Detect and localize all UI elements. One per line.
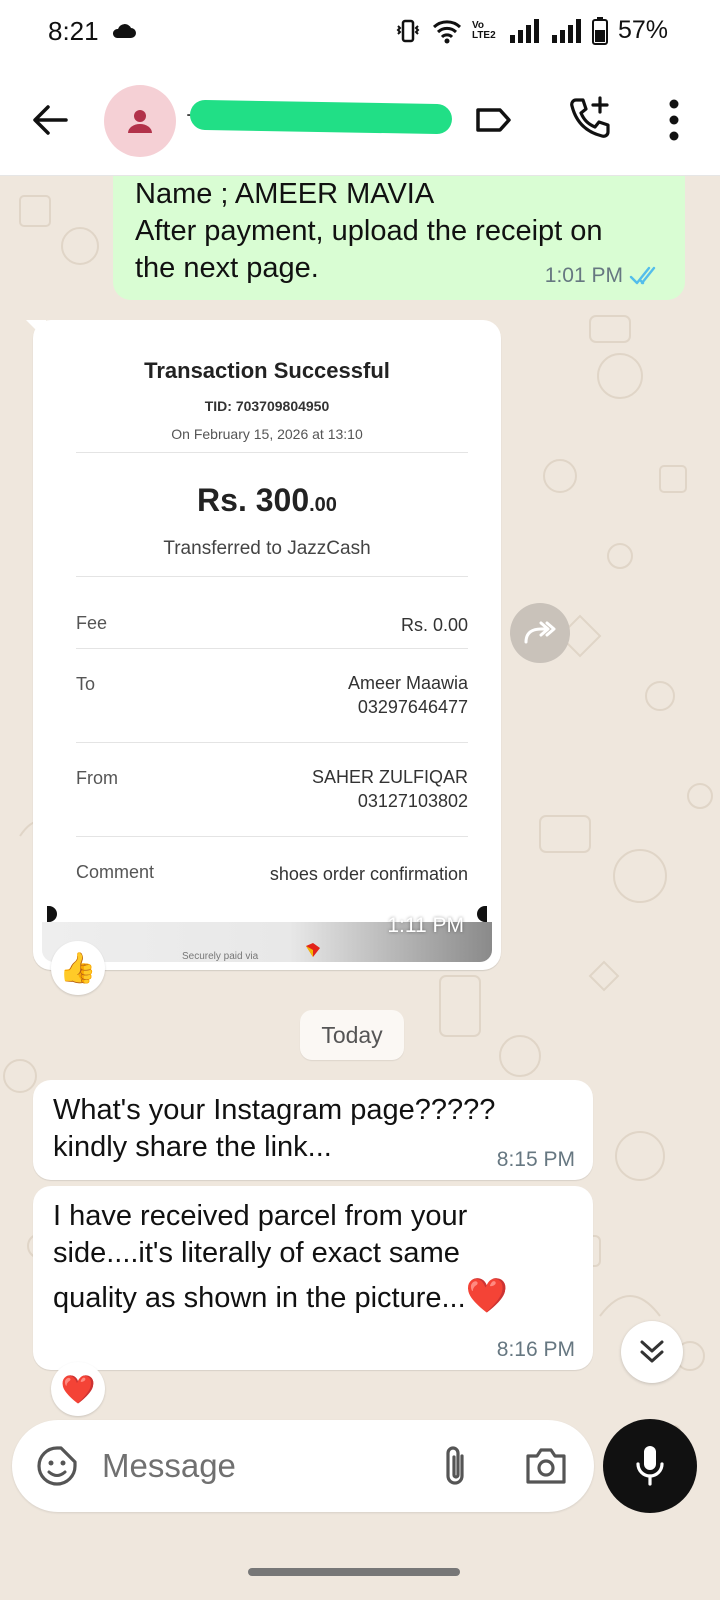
divider xyxy=(76,648,468,649)
from-number: 03127103802 xyxy=(357,791,468,811)
receipt-date: On February 15, 2026 at 13:10 xyxy=(171,426,363,442)
from-value: SAHER ZULFIQAR 03127103802 xyxy=(312,765,468,813)
signal-1-icon xyxy=(509,18,539,43)
fee-value: Rs. 0.00 xyxy=(400,615,468,635)
image-time: 1:11 PM xyxy=(387,914,464,937)
battery-icon xyxy=(591,16,608,45)
forward-icon xyxy=(524,621,556,644)
amount-decimal: .00 xyxy=(309,494,337,516)
receipt-title: Transaction Successful xyxy=(144,358,390,383)
system-navigation-bar xyxy=(0,1556,720,1600)
receipt-transferred-to: Transferred to JazzCash xyxy=(163,538,371,559)
to-name: Ameer Maawia xyxy=(347,673,468,693)
comment-value: shoes order confirmation xyxy=(269,864,468,884)
receipt-amount: Rs. 300.00 xyxy=(42,482,492,519)
message-line: side....it's literally of exact same xyxy=(53,1237,460,1269)
message-composer xyxy=(12,1420,594,1512)
signal-2-icon xyxy=(551,18,581,43)
incoming-message[interactable]: I have received parcel from your side...… xyxy=(33,1186,593,1370)
camera-icon[interactable] xyxy=(524,1446,568,1486)
message-line: I have received parcel from your xyxy=(53,1200,468,1232)
comment-label: Comment xyxy=(76,862,155,882)
divider xyxy=(76,836,468,837)
amount-main: Rs. 300 xyxy=(197,482,310,518)
message-line: quality as shown in the picture... xyxy=(53,1282,466,1314)
person-icon xyxy=(128,110,152,133)
to-label: To xyxy=(76,674,96,694)
more-vert-icon[interactable] xyxy=(662,96,686,144)
wifi-icon xyxy=(432,19,461,43)
redaction-mark xyxy=(189,99,453,135)
to-number: 03297646477 xyxy=(357,697,468,717)
double-check-icon xyxy=(629,266,656,285)
cloud-icon xyxy=(112,24,136,38)
image-edge-marker xyxy=(477,906,487,922)
divider xyxy=(76,576,468,577)
forward-button[interactable] xyxy=(510,603,570,663)
mic-icon xyxy=(636,1446,664,1486)
incoming-message[interactable]: What's your Instagram page????? kindly s… xyxy=(33,1080,593,1180)
heart-emoji: ❤️ xyxy=(465,1277,509,1315)
to-value: Ameer Maawia 03297646477 xyxy=(348,671,468,719)
chat-header: +92 3·· ·······7088... xyxy=(0,64,720,176)
jazzcash-logo-icon xyxy=(306,943,320,957)
status-bar: 8:21 Vo LTE2 57% xyxy=(0,0,720,64)
contact-avatar[interactable] xyxy=(104,85,176,157)
call-add-icon[interactable] xyxy=(566,94,614,142)
volte-badge: Vo LTE2 xyxy=(471,19,496,41)
outgoing-message[interactable]: Name ; AMEER MAVIA After payment, upload… xyxy=(113,176,685,300)
image-edge-marker xyxy=(47,906,57,922)
reaction-heart[interactable]: ❤️ xyxy=(51,1362,105,1416)
date-separator: Today xyxy=(300,1010,404,1060)
scroll-to-bottom-button[interactable] xyxy=(621,1321,683,1383)
vibrate-icon xyxy=(396,19,420,42)
attach-icon[interactable] xyxy=(436,1444,474,1488)
message-text: What's your Instagram page????? kindly s… xyxy=(53,1094,496,1163)
message-time: 8:16 PM xyxy=(496,1338,575,1361)
label-icon[interactable] xyxy=(474,100,514,140)
battery-percent: 57% xyxy=(617,16,668,44)
home-indicator[interactable] xyxy=(248,1568,460,1576)
image-message[interactable]: Transaction Successful TID: 703709804950… xyxy=(33,320,501,970)
from-label: From xyxy=(76,768,118,788)
message-meta: 1:01 PM xyxy=(545,264,663,288)
voice-message-button[interactable] xyxy=(603,1419,697,1513)
message-input[interactable] xyxy=(102,1442,412,1490)
receipt-footer-text: Securely paid via xyxy=(182,951,259,962)
back-arrow-icon[interactable] xyxy=(26,96,74,144)
reaction-thumbs-up[interactable]: 👍 xyxy=(51,941,105,995)
status-icons: Vo LTE2 57% xyxy=(394,16,668,45)
double-chevron-down-icon xyxy=(640,1340,664,1363)
sticker-icon[interactable] xyxy=(36,1445,78,1487)
receipt-image[interactable]: Transaction Successful TID: 703709804950… xyxy=(42,328,492,962)
divider xyxy=(76,452,468,453)
status-time: 8:21 xyxy=(48,16,99,46)
divider xyxy=(76,742,468,743)
fee-label: Fee xyxy=(76,613,108,633)
message-time: 1:01 PM xyxy=(544,264,623,287)
message-time: 8:15 PM xyxy=(496,1148,575,1171)
from-name: SAHER ZULFIQAR xyxy=(311,767,468,787)
message-line-with-emoji: quality as shown in the picture...❤️ xyxy=(53,1278,573,1317)
receipt-tid: TID: 703709804950 xyxy=(204,398,330,414)
